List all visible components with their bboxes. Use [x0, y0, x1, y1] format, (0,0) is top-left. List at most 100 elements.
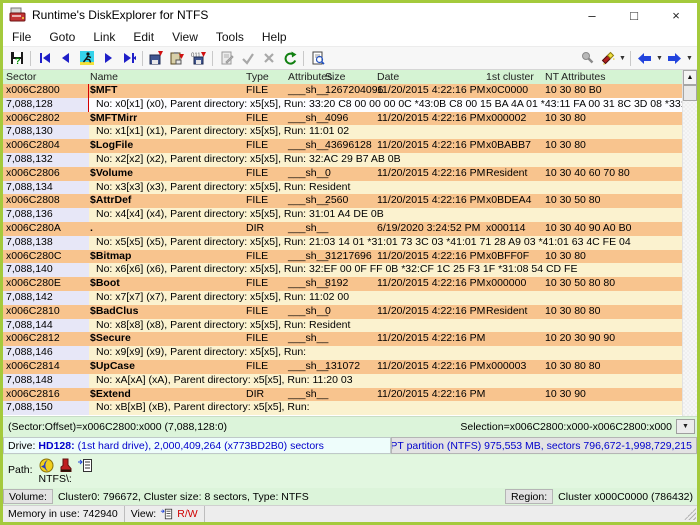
flashlight-button[interactable] — [597, 49, 618, 68]
close-button[interactable]: × — [655, 3, 697, 27]
entry-detail-row[interactable]: 7,088,130No: x1[x1] (x1), Parent directo… — [3, 125, 682, 139]
vertical-scrollbar[interactable]: ▲ — [682, 70, 697, 416]
selection-border — [88, 84, 89, 112]
cell-type: FILE — [246, 194, 268, 208]
maximize-button[interactable]: □ — [613, 3, 655, 27]
cell-attributes: ___sh__ — [288, 167, 328, 181]
copy-sectors-button[interactable]: 011 — [188, 49, 209, 68]
table-entry[interactable]: x006C280C$BitmapFILE___sh__3121769611/20… — [3, 250, 682, 278]
entry-main-row[interactable]: x006C280C$BitmapFILE___sh__3121769611/20… — [3, 250, 682, 264]
volume-moon-icon[interactable] — [39, 458, 54, 473]
table-entry[interactable]: x006C2802$MFTMirrFILE___sh__409611/20/20… — [3, 112, 682, 140]
entry-detail-row[interactable]: 7,088,134No: x3[x3] (x3), Parent directo… — [3, 181, 682, 195]
entry-main-row[interactable]: x006C2800$MFTFILE___sh__126720409611/20/… — [3, 84, 682, 98]
selection-status: Selection=x006C2800:x000-x006C2800:x000 — [460, 421, 672, 433]
entry-detail-row[interactable]: 7,088,128No: x0[x1] (x0), Parent directo… — [3, 98, 682, 112]
back-button[interactable] — [634, 49, 655, 68]
entry-detail-row[interactable]: 7,088,140No: x6[x6] (x6), Parent directo… — [3, 263, 682, 277]
menu-file[interactable]: File — [3, 30, 40, 44]
entry-main-row[interactable]: x006C2804$LogFileFILE___sh__4369612811/2… — [3, 139, 682, 153]
menu-edit[interactable]: Edit — [124, 30, 163, 44]
entry-main-row[interactable]: x006C2802$MFTMirrFILE___sh__409611/20/20… — [3, 112, 682, 126]
cell-attributes: ___sh__ — [288, 250, 328, 264]
menu-goto[interactable]: Goto — [40, 30, 84, 44]
entry-detail-row[interactable]: 7,088,148No: xA[xA] (xA), Parent directo… — [3, 374, 682, 388]
table-entry[interactable]: x006C280E$BootFILE___sh__819211/20/2015 … — [3, 277, 682, 305]
accept-changes-button[interactable] — [237, 49, 258, 68]
back-arrow-icon — [637, 52, 652, 65]
selection-dropdown-button[interactable]: ▼ — [676, 419, 695, 434]
boot-icon[interactable] — [59, 458, 72, 473]
cell-size: 31217696 — [325, 250, 372, 264]
goto-first-button[interactable] — [34, 49, 55, 68]
table-entry[interactable]: x006C2814$UpCaseFILE___sh__13107211/20/2… — [3, 360, 682, 388]
minimize-button[interactable]: – — [571, 3, 613, 27]
cell-sector-decimal: 7,088,140 — [3, 263, 89, 277]
table-entry[interactable]: x006C2808$AttrDefFILE___sh__256011/20/20… — [3, 194, 682, 222]
undo-button[interactable] — [279, 49, 300, 68]
table-entry[interactable]: x006C280A.DIR___sh__6/19/2020 3:24:52 PM… — [3, 222, 682, 250]
entry-main-row[interactable]: x006C2810$BadClusFILE___sh__011/20/2015 … — [3, 305, 682, 319]
scroll-thumb[interactable] — [683, 85, 697, 101]
goto-next-button[interactable] — [97, 49, 118, 68]
table-entry[interactable]: x006C2806$VolumeFILE___sh__011/20/2015 4… — [3, 167, 682, 195]
entry-detail-row[interactable]: 7,088,146No: x9[x9] (x9), Parent directo… — [3, 346, 682, 360]
table-entry[interactable]: x006C2812$SecureFILE___sh__11/20/2015 4:… — [3, 332, 682, 360]
cell-type: FILE — [246, 250, 268, 264]
entry-main-row[interactable]: x006C280A.DIR___sh__6/19/2020 3:24:52 PM… — [3, 222, 682, 236]
entry-detail-row[interactable]: 7,088,138No: x5[x5] (x5), Parent directo… — [3, 236, 682, 250]
cell-date: 11/20/2015 4:22:16 PM — [377, 112, 485, 126]
tree-view-icon[interactable] — [77, 458, 93, 473]
cell-size: 1267204096 — [325, 84, 383, 98]
entry-main-row[interactable]: x006C2814$UpCaseFILE___sh__13107211/20/2… — [3, 360, 682, 374]
entry-detail-row[interactable]: 7,088,132No: x2[x2] (x2), Parent directo… — [3, 153, 682, 167]
cell-nt-attributes: 10 30 90 — [545, 388, 586, 402]
goto-last-button[interactable] — [118, 49, 139, 68]
forward-button[interactable] — [664, 49, 685, 68]
entry-detail-row[interactable]: 7,088,136No: x4[x4] (x4), Parent directo… — [3, 208, 682, 222]
save-button[interactable]: ? — [6, 49, 27, 68]
flashlight-dropdown[interactable]: ▼ — [618, 55, 627, 62]
table-entry[interactable]: x006C2810$BadClusFILE___sh__011/20/2015 … — [3, 305, 682, 333]
table-entry[interactable]: x006C2816$ExtendDIR___sh__11/20/2015 4:2… — [3, 388, 682, 416]
entry-detail-row[interactable]: 7,088,150No: xB[xB] (xB), Parent directo… — [3, 401, 682, 415]
menu-tools[interactable]: Tools — [207, 30, 253, 44]
resize-grip[interactable] — [684, 508, 696, 520]
partition-info[interactable]: 3rd GPT partition (NTFS) 975,553 MB, sec… — [391, 437, 697, 454]
menu-view[interactable]: View — [163, 30, 207, 44]
table-entry[interactable]: x006C2800$MFTFILE___sh__126720409611/20/… — [3, 84, 682, 112]
entry-main-row[interactable]: x006C2816$ExtendDIR___sh__11/20/2015 4:2… — [3, 388, 682, 402]
back-history-dropdown[interactable]: ▼ — [655, 55, 664, 62]
drive-info[interactable]: Drive: HD128: (1st hard drive), 2,000,40… — [3, 437, 391, 454]
goto-sector-button[interactable] — [76, 49, 97, 68]
cell-attributes: ___sh__ — [288, 194, 328, 208]
cell-first-cluster: x000000 — [486, 277, 526, 291]
title-bar: Runtime's DiskExplorer for NTFS – □ × — [3, 3, 697, 27]
edit-button[interactable] — [216, 49, 237, 68]
goto-previous-button[interactable] — [55, 49, 76, 68]
path-root-node[interactable]: NTFS\: — [39, 473, 93, 486]
entry-main-row[interactable]: x006C2806$VolumeFILE___sh__011/20/2015 4… — [3, 167, 682, 181]
cell-first-cluster: x000114 — [486, 222, 526, 236]
entry-main-row[interactable]: x006C2808$AttrDefFILE___sh__256011/20/20… — [3, 194, 682, 208]
file-grid: SectorNameTypeAttributesSizeDate1st clus… — [3, 70, 697, 416]
scroll-up-button[interactable]: ▲ — [683, 70, 697, 85]
entry-detail-row[interactable]: 7,088,142No: x7[x7] (x7), Parent directo… — [3, 291, 682, 305]
entry-main-row[interactable]: x006C280E$BootFILE___sh__819211/20/2015 … — [3, 277, 682, 291]
entry-main-row[interactable]: x006C2812$SecureFILE___sh__11/20/2015 4:… — [3, 332, 682, 346]
copy-to-clipboard-button[interactable] — [167, 49, 188, 68]
forward-history-dropdown[interactable]: ▼ — [685, 55, 694, 62]
view-mode[interactable]: View: R/W — [125, 506, 205, 522]
search-button[interactable] — [576, 49, 597, 68]
entry-detail-row[interactable]: 7,088,144No: x8[x8] (x8), Parent directo… — [3, 319, 682, 333]
cell-type: FILE — [246, 84, 268, 98]
menu-help[interactable]: Help — [253, 30, 296, 44]
copy-to-file-button[interactable] — [146, 49, 167, 68]
table-entry[interactable]: x006C2804$LogFileFILE___sh__4369612811/2… — [3, 139, 682, 167]
preview-button[interactable] — [307, 49, 328, 68]
drive-details: (1st hard drive), 2,000,409,264 (x773BD2… — [78, 440, 324, 452]
discard-changes-button[interactable] — [258, 49, 279, 68]
menu-link[interactable]: Link — [84, 30, 124, 44]
cell-name: $Bitmap — [90, 250, 131, 264]
cell-size: 0 — [325, 305, 331, 319]
